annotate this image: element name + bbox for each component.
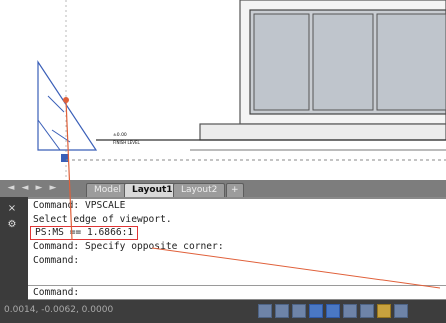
last-tab-icon[interactable]: ►: [48, 182, 58, 195]
history-line: Command: Specify opposite corner:: [33, 241, 224, 252]
status-bar: 0.0014, -0.0062, 0.0000: [0, 300, 446, 323]
command-history: Command: VPSCALE Select edge of viewport…: [28, 199, 446, 287]
osnap-icon[interactable]: [326, 304, 340, 318]
lineweight-icon[interactable]: [360, 304, 374, 318]
layout-canvas[interactable]: ±0.00 FINISH LEVEL: [0, 0, 446, 180]
history-line: Command: VPSCALE: [33, 200, 126, 211]
workspace-icon[interactable]: [377, 304, 391, 318]
tab-layout2[interactable]: Layout2: [173, 183, 226, 197]
tab-nav-arrows: ◄ ◄ ► ►: [6, 182, 58, 195]
status-toggles: [258, 304, 408, 318]
command-sidebar: × ⚙: [0, 197, 28, 300]
settings-icon[interactable]: ⚙: [4, 219, 20, 231]
level-label: ±0.00: [113, 132, 127, 138]
command-window: × ⚙ Command: VPSCALE Select edge of view…: [0, 197, 446, 300]
level-sublabel: FINISH LEVEL: [113, 140, 140, 145]
command-input[interactable]: Command:: [28, 285, 446, 299]
ortho-icon[interactable]: [292, 304, 306, 318]
drawing-viewport: ±0.00 FINISH LEVEL: [37, 0, 446, 180]
next-tab-icon[interactable]: ►: [34, 182, 44, 195]
grip-point: [63, 97, 69, 103]
viewport-grip: [61, 154, 69, 162]
grid-icon[interactable]: [275, 304, 289, 318]
close-icon[interactable]: ×: [4, 203, 20, 215]
history-line: Command:: [33, 255, 80, 266]
lock-icon[interactable]: [394, 304, 408, 318]
history-line-highlighted: PS:MS == 1.6866:1: [30, 226, 139, 240]
prev-tab-icon[interactable]: ◄: [20, 182, 30, 195]
add-layout-button[interactable]: +: [226, 183, 244, 197]
model-space-icon[interactable]: [258, 304, 272, 318]
first-tab-icon[interactable]: ◄: [6, 182, 16, 195]
step-slab: [199, 123, 446, 141]
layout-tab-bar: ◄ ◄ ► ► Model Layout1 Layout2 +: [0, 180, 446, 197]
history-line: Select edge of viewport.: [33, 214, 172, 225]
tab-model[interactable]: Model: [86, 183, 130, 197]
polar-icon[interactable]: [309, 304, 323, 318]
otrack-icon[interactable]: [343, 304, 357, 318]
elevation-triangle: [37, 59, 98, 151]
coordinates-readout: 0.0014, -0.0062, 0.0000: [4, 305, 114, 315]
